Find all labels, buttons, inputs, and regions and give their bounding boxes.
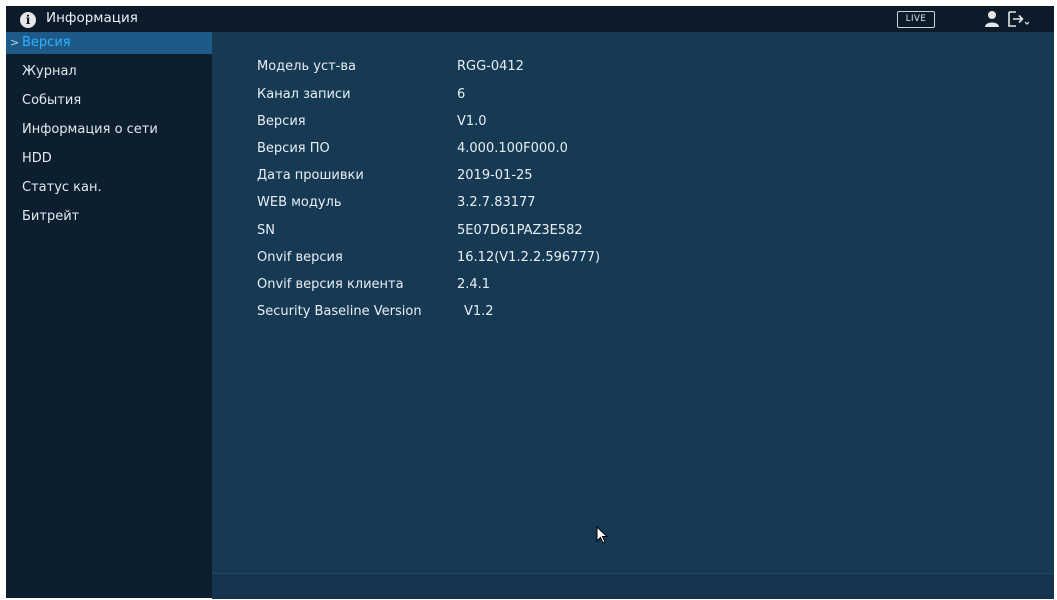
top-bar: i Информация LIVE (6, 6, 1054, 32)
info-label: Дата прошивки (257, 168, 364, 183)
page-title: Информация (46, 10, 138, 26)
user-icon[interactable] (984, 10, 1000, 28)
info-label: SN (257, 223, 275, 238)
sidebar: > Версия Журнал События Информация о сет… (6, 32, 212, 598)
info-label: Версия (257, 114, 306, 129)
info-value: 6 (457, 87, 466, 102)
info-value: 5E07D61PAZ3E582 (457, 223, 583, 238)
sidebar-item-channel-status[interactable]: Статус кан. (6, 173, 212, 202)
info-value: RGG-0412 (457, 59, 524, 74)
live-button[interactable]: LIVE (897, 11, 935, 28)
sidebar-item-bitrate[interactable]: Битрейт (6, 202, 212, 231)
version-info-panel: Модель уст-ва RGG-0412 Канал записи 6 Ве… (212, 32, 1054, 598)
sidebar-item-events[interactable]: События (6, 86, 212, 115)
chevron-right-icon: > (10, 36, 20, 49)
info-label: Onvif версия (257, 250, 343, 265)
sidebar-item-label: Версия (22, 35, 71, 50)
info-label: WEB модуль (257, 195, 342, 210)
sidebar-item-label: События (22, 93, 82, 108)
sidebar-item-label: Статус кан. (22, 180, 102, 195)
info-value: 2019-01-25 (457, 168, 533, 183)
info-value: 2.4.1 (457, 277, 491, 292)
bottom-bar (212, 573, 1054, 599)
sidebar-item-network-info[interactable]: Информация о сети (6, 115, 212, 144)
info-label: Модель уст-ва (257, 59, 356, 74)
sidebar-item-log[interactable]: Журнал (6, 57, 212, 86)
sidebar-item-label: Информация о сети (22, 122, 158, 137)
sidebar-item-hdd[interactable]: HDD (6, 144, 212, 173)
app-window: i Информация LIVE > Версия Журнал Событи… (6, 6, 1054, 599)
info-value: V1.0 (457, 114, 487, 129)
info-label: Версия ПО (257, 141, 330, 156)
info-label: Security Baseline Version (257, 304, 422, 319)
info-value: 16.12(V1.2.2.596777) (457, 250, 601, 265)
sidebar-item-version[interactable]: > Версия (6, 32, 212, 54)
sidebar-item-label: Журнал (22, 64, 77, 79)
sidebar-item-label: Битрейт (22, 209, 80, 224)
info-label: Onvif версия клиента (257, 277, 404, 292)
info-icon: i (20, 12, 36, 28)
info-value: 4.000.100F000.0 (457, 141, 568, 156)
logout-icon[interactable] (1007, 10, 1029, 28)
mouse-cursor-icon (596, 526, 609, 544)
info-value: 3.2.7.83177 (457, 195, 536, 210)
info-label: Канал записи (257, 87, 351, 102)
sidebar-item-label: HDD (22, 151, 52, 166)
info-value: V1.2 (464, 304, 494, 319)
